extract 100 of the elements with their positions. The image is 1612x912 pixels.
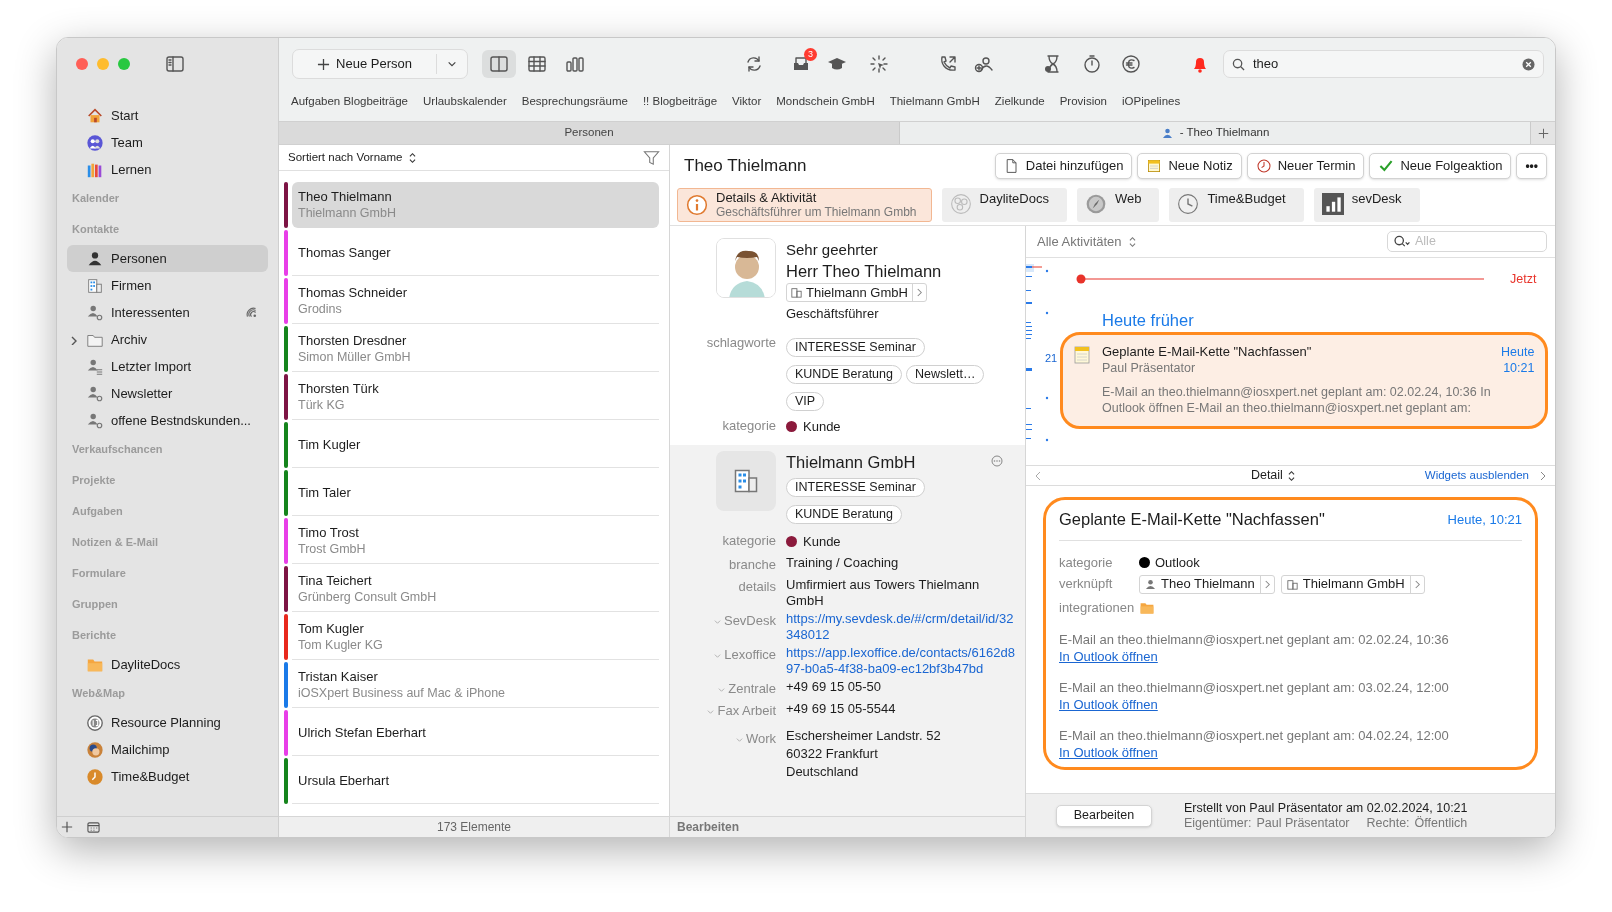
sidebar-item[interactable]: offene Bestndskunden... [67, 407, 268, 434]
chevron-down-icon[interactable] [447, 59, 457, 69]
sidebar-item[interactable]: Lernen [67, 156, 268, 183]
tag: INTERESSE Seminar [786, 338, 925, 357]
sidebar-item[interactable]: Interessenten [67, 299, 268, 326]
widget-tab[interactable]: sevDesk [1313, 188, 1420, 222]
sidebar-item[interactable]: Team [67, 129, 268, 156]
favorite-link[interactable]: Urlaubskalender [423, 93, 507, 111]
outlook-link[interactable]: In Outlook öffnen [1059, 744, 1158, 762]
sidebar-item[interactable]: Firmen [67, 272, 268, 299]
plus-icon[interactable] [61, 821, 73, 833]
owner-label: Eigentümer: [1184, 815, 1252, 831]
action-button[interactable]: Neue Folgeaktion [1369, 152, 1512, 179]
favorite-link[interactable]: Zielkunde [994, 93, 1045, 111]
address-line: 60322 Frankfurt [786, 745, 879, 763]
favorite-link[interactable]: Thielmann GmbH [889, 93, 980, 111]
favorite-link[interactable]: Viktor [732, 93, 762, 111]
sidebar-item[interactable]: DayliteDocs [67, 651, 268, 678]
building-icon [86, 276, 104, 295]
more-button[interactable]: ••• [1516, 152, 1547, 179]
new-person-button[interactable]: Neue Person [292, 49, 468, 79]
list-row[interactable]: Thomas Sanger [292, 230, 659, 276]
sidebar-item[interactable]: Mailchimp [67, 736, 268, 763]
favorite-link[interactable]: Aufgaben Blogbeiträge [291, 93, 408, 111]
person-gear-icon [86, 411, 104, 430]
widget-tab[interactable]: Time&Budget [1169, 188, 1304, 222]
section-heading: Projekte [71, 473, 117, 489]
outlook-link[interactable]: In Outlook öffnen [1059, 696, 1158, 714]
window-control-button[interactable] [76, 58, 88, 70]
field-label: Zentrale [728, 680, 776, 698]
clear-icon[interactable] [1522, 57, 1535, 71]
activity-filter-dropdown[interactable]: Alle Aktivitäten [1037, 231, 1137, 252]
search-field[interactable]: theo [1223, 50, 1544, 78]
sidebar-toggle-icon[interactable] [165, 54, 185, 74]
favorite-link[interactable]: Besprechungsräume [521, 93, 628, 111]
widget-tab[interactable]: Web [1076, 188, 1160, 222]
info-icon [686, 194, 708, 216]
list-row[interactable]: Ulrich Stefan Eberhart [292, 710, 659, 756]
sidebar-item[interactable]: Personen [67, 245, 268, 272]
edit-button[interactable]: Bearbeiten [1056, 804, 1152, 827]
list-row[interactable]: Tim Kugler [292, 422, 659, 468]
favorite-link[interactable]: !! Blogbeiträge [642, 93, 718, 111]
view-button[interactable] [482, 50, 516, 78]
url-link[interactable]: https://app.lexoffice.de/contacts/6162d897-b0a5-4f38-ba09-ec12bf3b47bd [786, 645, 1015, 677]
person-gear-icon [86, 303, 104, 322]
phone-icon[interactable] [938, 54, 958, 74]
list-row[interactable]: Thomas Schneider Grodins [292, 278, 659, 324]
action-button[interactable]: Neuer Termin [1246, 152, 1365, 179]
field-label: kategorie [722, 417, 776, 435]
chevron-right-icon[interactable] [69, 334, 79, 345]
favorite-link[interactable]: Provision [1059, 93, 1107, 111]
contact-add-icon[interactable] [974, 54, 994, 74]
field-label: Fax Arbeit [717, 702, 776, 720]
action-button[interactable]: Neue Notiz [1137, 152, 1242, 179]
job-title: Geschäftsführer [786, 305, 880, 323]
calendar-icon[interactable] [87, 820, 100, 834]
filter-icon[interactable] [643, 149, 660, 166]
action-button[interactable]: Datei hinzufügen [994, 152, 1133, 179]
section-heading: Kontakte [71, 222, 121, 238]
favorite-link[interactable]: iOPipelines [1122, 93, 1181, 111]
detail-dropdown[interactable]: Detail [1042, 466, 1425, 485]
refresh-icon[interactable] [744, 54, 764, 74]
chevron-right-icon[interactable] [1539, 470, 1547, 481]
people-icon [86, 133, 104, 152]
section-heading: Notizen & E-Mail [71, 535, 160, 551]
favorite-link[interactable]: Mondschein GmbH [776, 93, 875, 111]
outlook-link[interactable]: In Outlook öffnen [1059, 648, 1158, 666]
linked-record-chip[interactable]: Theo Thielmann [1139, 574, 1275, 594]
sidebar-item[interactable]: Newsletter [67, 380, 268, 407]
columns-view-icon [565, 54, 585, 74]
note-icon [1074, 346, 1090, 364]
sidebar-item[interactable]: Time&Budget [67, 763, 268, 790]
linked-record-chip[interactable]: Thielmann GmbH [1280, 574, 1425, 594]
list-row[interactable]: Tim Taler [292, 470, 659, 516]
clock-icon [1177, 193, 1200, 215]
activity-card[interactable]: Geplante E-Mail-Kette "Nachfassen" Paul Präsentator Heute 10:21 E-Mail an theo.thielmann@iosxpert.net geplant am: 02.02.24, 10:36 In Outlook öffnen E-Mail an theo.thielmann@iosxpert.net geplant am: [1060, 332, 1549, 429]
list-row[interactable]: Thorsten Dresdner Simon Müller GmbH [292, 326, 659, 372]
list-row[interactable]: Tom Kugler Tom Kugler KG [292, 614, 659, 660]
list-row[interactable]: Ursula Eberhart [292, 758, 659, 804]
sidebar-item[interactable]: Resource Planning [67, 709, 268, 736]
tab[interactable]: - Theo Thielmann [900, 122, 1531, 144]
sparkle-cursor-icon[interactable] [869, 54, 889, 74]
widget-tab[interactable]: DayliteDocs [941, 188, 1067, 222]
hide-widgets-link[interactable]: Widgets ausblenden [1424, 466, 1529, 485]
company-link[interactable]: Thielmann GmbH [786, 283, 927, 302]
stopwatch-icon[interactable] [1082, 54, 1102, 74]
euro-icon[interactable] [1121, 54, 1141, 74]
list-row[interactable]: Thorsten Türk Türk KG [292, 374, 659, 420]
list-row[interactable]: Tristan Kaiser iOSXpert Business auf Mac & iPhone [292, 662, 659, 708]
sort-dropdown[interactable]: Sortiert nach Vorname [288, 148, 418, 167]
edit-link[interactable]: Bearbeiten [670, 816, 1025, 837]
list-row[interactable]: Timo Trost Trost GmbH [292, 518, 659, 564]
sidebar-item[interactable]: Archiv [67, 326, 268, 353]
widget-tab[interactable]: Details & Aktivität Geschäftsführer um Thielmann Gmbh [677, 188, 932, 222]
new-tab-button[interactable] [1531, 122, 1555, 144]
building-icon [1286, 578, 1298, 590]
list-row[interactable]: Theo Thielmann Thielmann GmbH [292, 182, 659, 228]
list-row[interactable]: Tina Teichert Grünberg Consult GmbH [292, 566, 659, 612]
sidebar-item[interactable]: Letzter Import [67, 353, 268, 380]
sidebar-item[interactable]: Start [67, 102, 268, 129]
